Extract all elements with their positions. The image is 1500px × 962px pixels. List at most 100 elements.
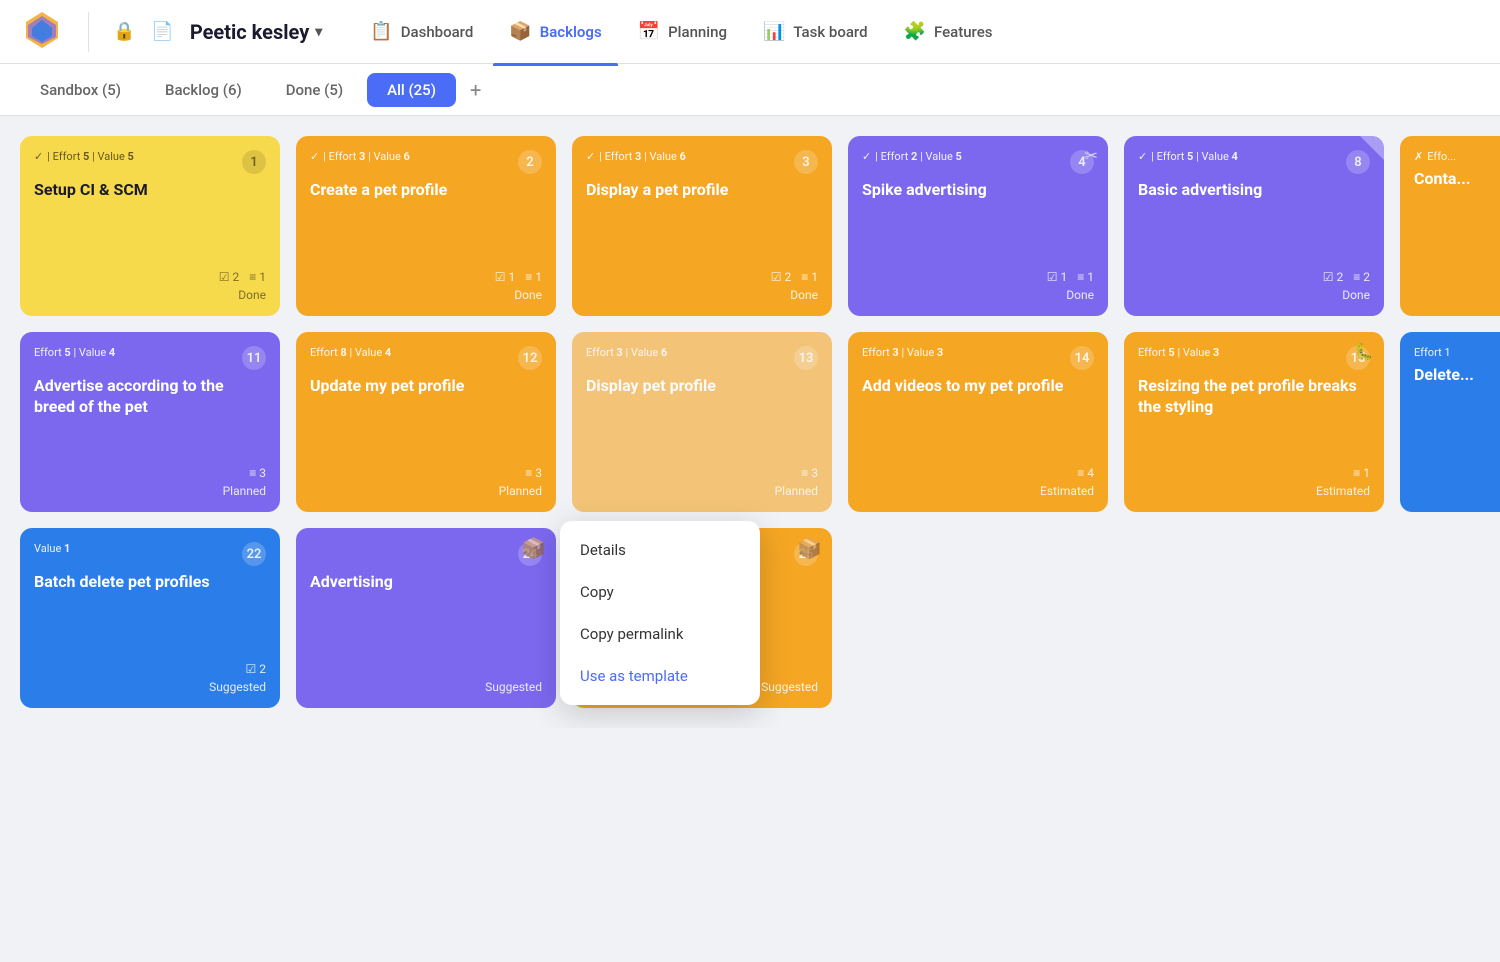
card-4-title: Spike advertising bbox=[862, 180, 1094, 201]
card-24[interactable]: 📦 24 Advertising Suggested bbox=[296, 528, 556, 708]
logo bbox=[20, 8, 64, 56]
nav-dashboard[interactable]: 📋 Dashboard bbox=[354, 13, 489, 50]
bug-icon: 🐛 bbox=[1354, 342, 1374, 361]
context-menu-details[interactable]: Details bbox=[560, 529, 760, 571]
workspace-name-text: Peetic kesley bbox=[190, 20, 309, 44]
card-1-title: Setup CI & SCM bbox=[34, 180, 266, 201]
card-22[interactable]: Value 1 22 Batch delete pet profiles ☑ 2… bbox=[20, 528, 280, 708]
header-divider bbox=[88, 12, 89, 52]
scissors-icon: ✂ bbox=[1085, 146, 1098, 165]
header: 🔒 📄 Peetic kesley ▾ 📋 Dashboard 📦 Backlo… bbox=[0, 0, 1500, 64]
card-14-meta: Effort 3 | Value 3 bbox=[862, 346, 943, 359]
nav-backlogs[interactable]: 📦 Backlogs bbox=[493, 13, 617, 50]
card-4[interactable]: ✂ ✓ | Effort 2 | Value 5 4 Spike adverti… bbox=[848, 136, 1108, 316]
card-3-title: Display a pet profile bbox=[586, 180, 818, 201]
card-11-status: Planned bbox=[34, 484, 266, 498]
card-1-docs: ≡ 1 bbox=[249, 270, 266, 284]
card-12[interactable]: Effort 8 | Value 4 12 Update my pet prof… bbox=[296, 332, 556, 512]
nav-features[interactable]: 🧩 Features bbox=[888, 13, 1009, 50]
card-11-title: Advertise according to the breed of the … bbox=[34, 376, 266, 418]
folded-corner bbox=[1360, 136, 1384, 160]
card-5-status: Done bbox=[1138, 288, 1370, 302]
add-tab-button[interactable]: + bbox=[460, 72, 491, 108]
card-13[interactable]: Effort 3 | Value 6 13 Display pet profil… bbox=[572, 332, 832, 512]
main-nav: 📋 Dashboard 📦 Backlogs 📅 Planning 📊 Task… bbox=[354, 13, 1480, 50]
card-4-docs: ≡ 1 bbox=[1077, 270, 1094, 284]
context-menu: Details Copy Copy permalink Use as templ… bbox=[560, 521, 760, 705]
card-2-docs: ≡ 1 bbox=[525, 270, 542, 284]
card-15[interactable]: 🐛 Effort 5 | Value 3 15 Resizing the pet… bbox=[1124, 332, 1384, 512]
card-3-num: 3 bbox=[794, 150, 818, 174]
card-2[interactable]: ✓ | Effort 3 | Value 6 2 Create a pet pr… bbox=[296, 136, 556, 316]
card-4-checks: ☑ 1 bbox=[1047, 270, 1067, 284]
card-1[interactable]: ✓ | Effort 5 | Value 5 1 Setup CI & SCM … bbox=[20, 136, 280, 316]
card-13-title: Display pet profile bbox=[586, 376, 818, 397]
features-icon: 🧩 bbox=[904, 21, 926, 42]
context-menu-copy-permalink[interactable]: Copy permalink bbox=[560, 613, 760, 655]
card-11[interactable]: Effort 5 | Value 4 11 Advertise accordin… bbox=[20, 332, 280, 512]
card-5[interactable]: ✓ | Effort 5 | Value 4 8 Basic advertisi… bbox=[1124, 136, 1384, 316]
card-3-status: Done bbox=[586, 288, 818, 302]
tab-done[interactable]: Done (5) bbox=[266, 73, 363, 107]
workspace-selector[interactable]: Peetic kesley ▾ bbox=[190, 20, 322, 44]
card-11-meta: Effort 5 | Value 4 bbox=[34, 346, 115, 359]
card-1-num: 1 bbox=[242, 150, 266, 174]
backlogs-icon: 📦 bbox=[509, 21, 531, 42]
card-6-title: Conta... bbox=[1414, 169, 1500, 190]
package-icon-25: 📦 bbox=[797, 536, 822, 560]
card-24-status: Suggested bbox=[310, 680, 542, 694]
card-12-meta: Effort 8 | Value 4 bbox=[310, 346, 391, 359]
card-grid: ✓ | Effort 5 | Value 5 1 Setup CI & SCM … bbox=[20, 136, 1480, 708]
card-14-status: Estimated bbox=[862, 484, 1094, 498]
card-14[interactable]: Effort 3 | Value 3 14 Add videos to my p… bbox=[848, 332, 1108, 512]
card-2-title: Create a pet profile bbox=[310, 180, 542, 201]
card-13-meta: Effort 3 | Value 6 bbox=[586, 346, 667, 359]
chevron-down-icon: ▾ bbox=[315, 24, 322, 40]
card-partial-blue[interactable]: Effort 1 Delete... bbox=[1400, 332, 1500, 512]
card-15-title: Resizing the pet profile breaks the styl… bbox=[1138, 376, 1370, 418]
card-22-meta: Value 1 bbox=[34, 542, 70, 555]
tab-backlog[interactable]: Backlog (6) bbox=[145, 73, 262, 107]
card-partial-blue-meta: Effort 1 bbox=[1414, 346, 1451, 359]
package-icon-24: 📦 bbox=[521, 536, 546, 560]
card-6-partial[interactable]: ✗ Effo... Conta... bbox=[1400, 136, 1500, 316]
card-4-meta: ✓ | Effort 2 | Value 5 bbox=[862, 150, 962, 163]
card-12-docs: ≡ 3 bbox=[525, 466, 542, 480]
card-5-docs: ≡ 2 bbox=[1353, 270, 1370, 284]
taskboard-icon: 📊 bbox=[763, 21, 785, 42]
card-3-checks: ☑ 2 bbox=[771, 270, 791, 284]
card-4-status: Done bbox=[862, 288, 1094, 302]
card-13-status: Planned bbox=[586, 484, 818, 498]
nav-planning[interactable]: 📅 Planning bbox=[622, 13, 743, 50]
card-3-meta: ✓ | Effort 3 | Value 6 bbox=[586, 150, 686, 163]
card-3[interactable]: ✓ | Effort 3 | Value 6 3 Display a pet p… bbox=[572, 136, 832, 316]
card-1-meta: ✓ | Effort 5 | Value 5 bbox=[34, 150, 134, 163]
card-15-docs: ≡ 1 bbox=[1353, 466, 1370, 480]
card-12-num: 12 bbox=[518, 346, 542, 370]
sub-tabs: Sandbox (5) Backlog (6) Done (5) All (25… bbox=[0, 64, 1500, 116]
file-icon: 📄 bbox=[151, 21, 173, 42]
card-13-num: 13 bbox=[794, 346, 818, 370]
context-menu-copy[interactable]: Copy bbox=[560, 571, 760, 613]
tab-sandbox[interactable]: Sandbox (5) bbox=[20, 73, 141, 107]
card-14-title: Add videos to my pet profile bbox=[862, 376, 1094, 397]
card-24-title: Advertising bbox=[310, 572, 542, 593]
context-menu-use-template[interactable]: Use as template bbox=[560, 655, 760, 697]
nav-features-label: Features bbox=[934, 23, 992, 41]
card-2-checks: ☑ 1 bbox=[495, 270, 515, 284]
card-3-docs: ≡ 1 bbox=[801, 270, 818, 284]
card-5-checks: ☑ 2 bbox=[1323, 270, 1343, 284]
card-2-status: Done bbox=[310, 288, 542, 302]
nav-taskboard-label: Task board bbox=[793, 23, 867, 41]
card-2-num: 2 bbox=[518, 150, 542, 174]
card-11-num: 11 bbox=[242, 346, 266, 370]
main-content: ✓ | Effort 5 | Value 5 1 Setup CI & SCM … bbox=[0, 116, 1500, 728]
tab-all[interactable]: All (25) bbox=[367, 73, 456, 107]
nav-backlogs-label: Backlogs bbox=[540, 23, 602, 41]
card-6-meta: ✗ Effo... bbox=[1414, 150, 1456, 163]
card-14-num: 14 bbox=[1070, 346, 1094, 370]
planning-icon: 📅 bbox=[638, 21, 660, 42]
nav-taskboard[interactable]: 📊 Task board bbox=[747, 13, 884, 50]
card-22-num: 22 bbox=[242, 542, 266, 566]
card-5-title: Basic advertising bbox=[1138, 180, 1370, 201]
